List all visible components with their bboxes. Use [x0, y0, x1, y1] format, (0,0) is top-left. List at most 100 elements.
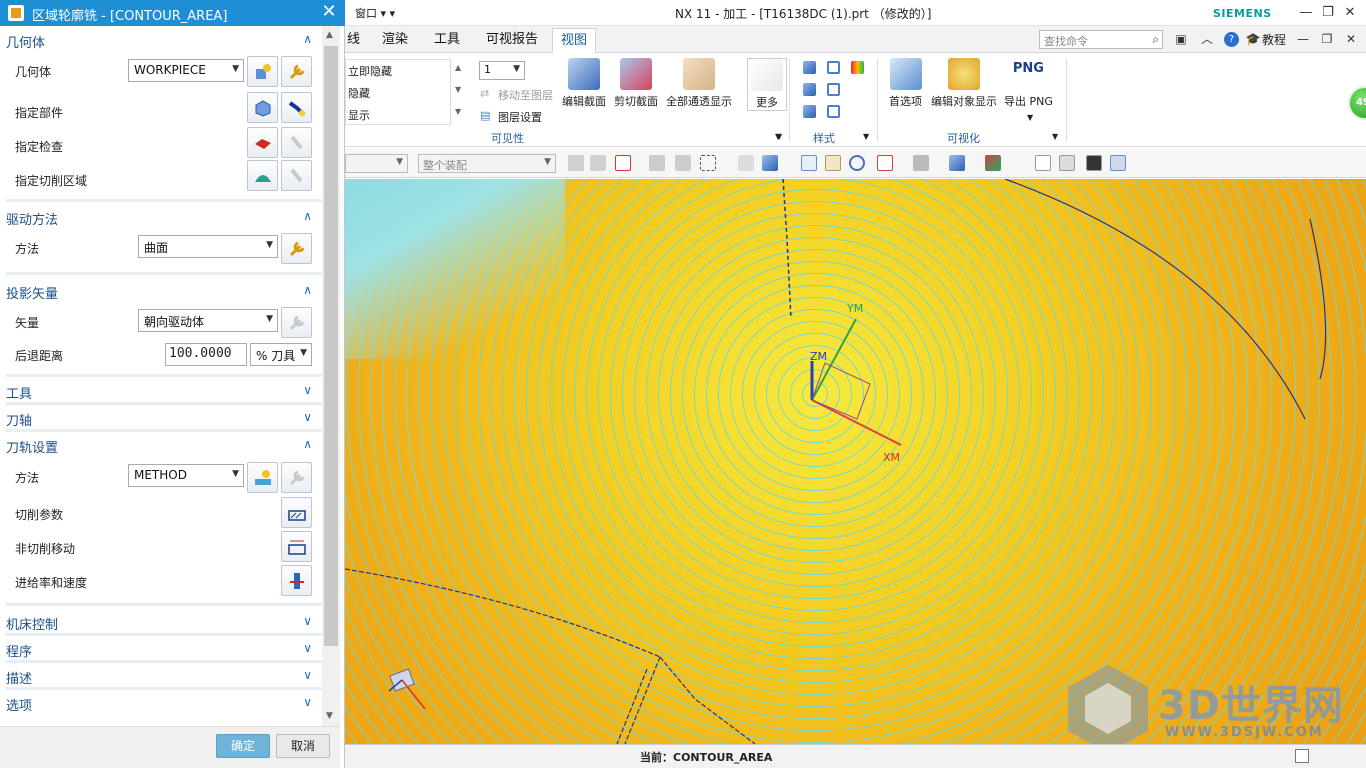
close-icon[interactable]: ✕ [318, 1, 340, 22]
layer-select[interactable]: 1 ▼ [479, 61, 525, 80]
scroll-down-icon[interactable]: ▼ [455, 85, 461, 94]
ok-button[interactable]: 确定 [216, 734, 270, 758]
gray-bg-icon[interactable] [1059, 155, 1075, 171]
edit-vector-button[interactable] [281, 307, 312, 338]
path-method-select[interactable]: METHOD ▼ [128, 464, 244, 487]
status-window-icon[interactable] [1295, 749, 1309, 763]
retract-distance-input[interactable]: 100.0000 [165, 343, 247, 366]
show-item[interactable]: 显示 [348, 107, 370, 123]
section-drive-header[interactable]: 驱动方法 ∧ [6, 209, 316, 228]
orient-view-icon[interactable] [877, 155, 893, 171]
close-child-icon[interactable]: ✕ [1342, 30, 1360, 48]
type-filter-select[interactable]: ▼ [345, 154, 408, 173]
edit-object-display-button[interactable]: 编辑对象显示 [931, 58, 997, 109]
export-png-button[interactable]: PNG 导出 PNG [1004, 58, 1053, 109]
minimize-ribbon-icon[interactable]: — [1294, 30, 1312, 48]
chevron-down-icon[interactable]: ∨ [303, 614, 312, 628]
static-wireframe-icon[interactable] [827, 105, 840, 118]
display-check-button[interactable] [281, 127, 312, 158]
section-options-header[interactable]: 选项 ∨ [6, 695, 316, 714]
white-bg-icon[interactable] [1035, 155, 1051, 171]
ribbon-dropdown-icon[interactable]: ▼ [776, 132, 782, 141]
edit-geometry-button[interactable] [281, 56, 312, 87]
search-icon[interactable]: ⌕ [1152, 32, 1159, 47]
edit-drive-button[interactable] [281, 233, 312, 264]
cancel-button[interactable]: 取消 [276, 734, 330, 758]
graduation-cap-icon[interactable]: 🎓 [1244, 30, 1262, 48]
wireframe-cube-icon[interactable] [827, 61, 840, 74]
chevron-down-icon[interactable]: ∨ [303, 383, 312, 397]
scrollbar-thumb[interactable] [324, 46, 338, 646]
dialog-scrollbar[interactable]: ▲ ▼ [322, 26, 340, 726]
graphics-window[interactable]: YM XM ZM [345, 179, 1366, 744]
section-geometry-header[interactable]: 几何体 ∧ [6, 32, 316, 51]
point-icon[interactable] [649, 155, 665, 171]
work-layer-icon[interactable] [1110, 155, 1126, 171]
display-part-button[interactable] [281, 92, 312, 123]
selection-box-icon[interactable] [615, 155, 631, 171]
minimize-button[interactable]: — [1296, 4, 1316, 22]
hide-now-item[interactable]: 立即隐藏 [348, 63, 392, 79]
style-dropdown-icon[interactable]: ▼ [863, 132, 869, 141]
dark-bg-icon[interactable] [1086, 155, 1102, 171]
new-geometry-button[interactable] [247, 56, 278, 87]
edit-section-button[interactable]: 编辑截面 [562, 58, 606, 109]
display-cut-area-button[interactable] [281, 160, 312, 191]
help-icon[interactable]: ? [1224, 32, 1239, 47]
chevron-down-icon[interactable]: ∨ [303, 668, 312, 682]
background-icon[interactable] [949, 155, 965, 171]
section-path-header[interactable]: 刀轨设置 ∧ [6, 437, 316, 456]
cube-view-icon[interactable] [762, 155, 778, 171]
studio-cube-icon[interactable] [803, 105, 816, 118]
section-projection-header[interactable]: 投影矢量 ∧ [6, 283, 316, 302]
color-palette-icon[interactable] [851, 61, 864, 74]
shaded-edges-icon[interactable] [803, 83, 816, 96]
scroll-up-icon[interactable]: ▲ [455, 63, 461, 72]
scroll-up-icon[interactable]: ▲ [326, 30, 333, 40]
tab-tools[interactable]: 工具 [426, 28, 468, 53]
chevron-up-icon[interactable]: ∧ [303, 209, 312, 223]
command-search-input[interactable]: 查找命令 ⌕ [1039, 30, 1163, 49]
chevron-down-icon[interactable]: ∨ [303, 410, 312, 424]
geometry-select[interactable]: WORKPIECE ▼ [128, 59, 244, 82]
move-to-layer-button[interactable]: 移动至图层 [498, 87, 553, 103]
drive-method-select[interactable]: 曲面 ▼ [138, 235, 278, 258]
scroll-down-icon[interactable]: ▼ [326, 711, 333, 721]
feeds-speeds-button[interactable] [281, 565, 312, 596]
export-dropdown-icon[interactable]: ▼ [1027, 113, 1033, 122]
snap-point-icon[interactable] [590, 155, 606, 171]
render-style-icon[interactable] [913, 155, 929, 171]
tab-view[interactable]: 视图 [552, 28, 597, 53]
zoom-icon[interactable] [825, 155, 841, 171]
expand-list-icon[interactable]: ▼ [455, 107, 461, 116]
tab-visual-report[interactable]: 可视报告 [478, 28, 546, 53]
specify-part-button[interactable] [247, 92, 278, 123]
rectangle-select-icon[interactable] [700, 155, 716, 171]
specify-cut-area-button[interactable] [247, 160, 278, 191]
restore-child-icon[interactable]: ❐ [1318, 30, 1336, 48]
shaded-cube-icon[interactable] [803, 61, 816, 74]
fit-icon[interactable] [801, 155, 817, 171]
show-all-translucent-button[interactable]: 全部通透显示 [666, 58, 732, 109]
hidden-edges-icon[interactable] [827, 83, 840, 96]
edit-method-button[interactable] [281, 462, 312, 493]
tutorial-link[interactable]: 教程 [1262, 31, 1286, 48]
intersection-icon[interactable] [675, 155, 691, 171]
fullscreen-icon[interactable]: ▣ [1172, 30, 1190, 48]
preferences-button[interactable]: 首选项 [889, 58, 922, 109]
clip-section-button[interactable]: 剪切截面 [614, 58, 658, 109]
tab-line[interactable]: 线 [339, 28, 368, 53]
collapse-ribbon-icon[interactable]: ︿ [1198, 30, 1216, 48]
chevron-down-icon[interactable]: ∨ [303, 641, 312, 655]
assembly-filter-select[interactable]: 整个装配 ▼ [418, 154, 556, 173]
chevron-up-icon[interactable]: ∧ [303, 32, 312, 46]
chevron-up-icon[interactable]: ∧ [303, 283, 312, 297]
rotate-icon[interactable] [849, 155, 865, 171]
layer-settings-button[interactable]: 图层设置 [498, 109, 542, 125]
snap-icon[interactable] [568, 155, 584, 171]
retract-unit-select[interactable]: % 刀具 ▼ [250, 343, 312, 366]
restore-button[interactable]: ❐ [1318, 4, 1338, 22]
chevron-up-icon[interactable]: ∧ [303, 437, 312, 451]
more-button[interactable]: 更多 [747, 58, 787, 111]
dialog-titlebar[interactable]: 区域轮廓铣 - [CONTOUR_AREA] ✕ [0, 0, 345, 26]
